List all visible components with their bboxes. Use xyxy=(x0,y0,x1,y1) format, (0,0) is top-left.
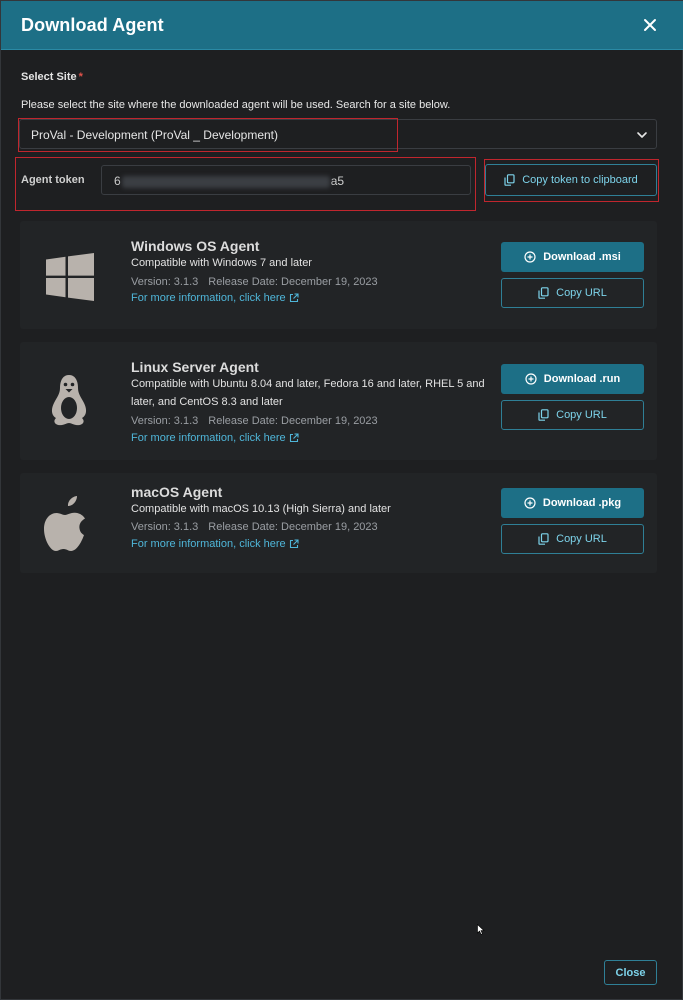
copy-url-button[interactable]: Copy URL xyxy=(501,524,644,554)
site-select-value: ProVal - Development (ProVal _ Developme… xyxy=(31,128,278,142)
agent-version: Version: 3.1.3 xyxy=(131,276,199,288)
agent-compat: Compatible with Windows 7 and later xyxy=(131,257,312,269)
download-agent-dialog: Download Agent Select Site * Please selec… xyxy=(0,0,683,1000)
plus-circle-icon xyxy=(524,497,536,509)
apple-logo-icon xyxy=(44,496,85,551)
more-info-link[interactable]: For more information, click here xyxy=(131,432,299,444)
external-link-icon xyxy=(289,433,299,443)
agent-meta: Version: 3.1.3 Release Date: December 19,… xyxy=(131,276,378,288)
agent-release-date: Release Date: December 19, 2023 xyxy=(208,276,378,288)
agent-release-date: Release Date: December 19, 2023 xyxy=(208,521,378,533)
copy-icon xyxy=(538,533,549,545)
copy-url-label: Copy URL xyxy=(556,287,607,299)
external-link-icon xyxy=(289,539,299,549)
agent-token-field[interactable]: 6 a5 xyxy=(101,165,471,195)
copy-icon xyxy=(538,409,549,421)
more-info-label: For more information, click here xyxy=(131,538,286,550)
more-info-label: For more information, click here xyxy=(131,432,286,444)
agent-version: Version: 3.1.3 xyxy=(131,521,199,533)
agent-name: Windows OS Agent xyxy=(131,238,260,254)
agent-compat: Compatible with Ubuntu 8.04 and later, F… xyxy=(131,378,485,408)
copy-url-button[interactable]: Copy URL xyxy=(501,400,644,430)
dialog-title: Download Agent xyxy=(21,15,164,35)
agent-meta: Version: 3.1.3 Release Date: December 19,… xyxy=(131,415,378,427)
select-site-label: Select Site * xyxy=(21,71,83,83)
site-select[interactable]: ProVal - Development (ProVal _ Developme… xyxy=(19,119,657,149)
agent-compat: Compatible with macOS 10.13 (High Sierra… xyxy=(131,503,391,515)
required-mark: * xyxy=(78,71,83,83)
token-value-end: a5 xyxy=(330,174,345,188)
plus-circle-icon xyxy=(524,251,536,263)
download-run-button[interactable]: Download .run xyxy=(501,364,644,394)
more-info-link[interactable]: For more information, click here xyxy=(131,538,299,550)
select-site-help: Please select the site where the downloa… xyxy=(21,99,451,111)
external-link-icon xyxy=(289,293,299,303)
close-icon[interactable] xyxy=(640,15,660,35)
agent-version: Version: 3.1.3 xyxy=(131,415,199,427)
download-msi-button[interactable]: Download .msi xyxy=(501,242,644,272)
agent-card-windows: Windows OS Agent Compatible with Windows… xyxy=(20,221,657,329)
agent-token-label: Agent token xyxy=(21,174,85,186)
download-label: Download .msi xyxy=(543,251,621,263)
download-pkg-button[interactable]: Download .pkg xyxy=(501,488,644,518)
windows-logo-icon xyxy=(46,253,94,301)
copy-icon xyxy=(538,287,549,299)
copy-url-label: Copy URL xyxy=(556,533,607,545)
agent-card-macos: macOS Agent Compatible with macOS 10.13 … xyxy=(20,473,657,573)
copy-url-label: Copy URL xyxy=(556,409,607,421)
download-label: Download .run xyxy=(543,373,621,385)
copy-token-button[interactable]: Copy token to clipboard xyxy=(485,164,657,196)
linux-tux-icon xyxy=(51,375,87,426)
copy-url-button[interactable]: Copy URL xyxy=(501,278,644,308)
close-button[interactable]: Close xyxy=(604,960,657,985)
agent-name: macOS Agent xyxy=(131,484,223,500)
copy-icon xyxy=(504,174,515,186)
agent-meta: Version: 3.1.3 Release Date: December 19,… xyxy=(131,521,378,533)
mouse-cursor-icon xyxy=(477,924,485,935)
agent-card-linux: Linux Server Agent Compatible with Ubunt… xyxy=(20,342,657,460)
agent-name: Linux Server Agent xyxy=(131,359,259,375)
plus-circle-icon xyxy=(525,373,537,385)
download-label: Download .pkg xyxy=(542,497,622,509)
copy-token-label: Copy token to clipboard xyxy=(522,174,638,186)
more-info-label: For more information, click here xyxy=(131,292,286,304)
chevron-down-icon xyxy=(637,132,647,138)
token-redacted-blur xyxy=(121,175,330,188)
agent-release-date: Release Date: December 19, 2023 xyxy=(208,415,378,427)
token-value-start: 6 xyxy=(114,174,121,188)
dialog-header: Download Agent xyxy=(1,1,683,50)
more-info-link[interactable]: For more information, click here xyxy=(131,292,299,304)
